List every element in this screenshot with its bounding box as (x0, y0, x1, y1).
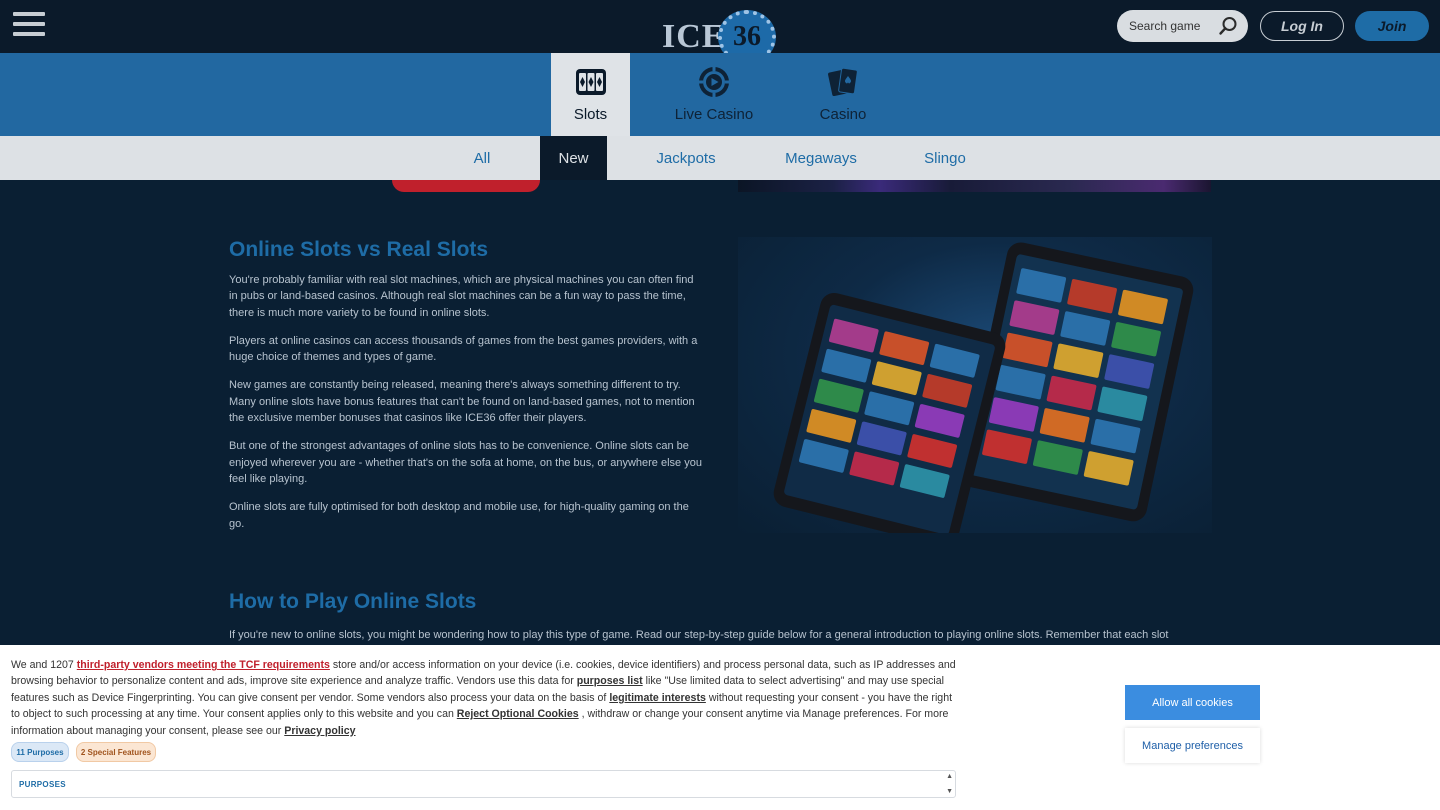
allow-all-cookies-button[interactable]: Allow all cookies (1125, 685, 1260, 720)
log-in-button[interactable]: Log In (1260, 11, 1344, 41)
subnav-new[interactable]: New (540, 136, 607, 180)
subnav-megaways[interactable]: Megaways (780, 136, 862, 180)
paragraph: But one of the strongest advantages of o… (229, 440, 702, 485)
section-title-how-to-play: How to Play Online Slots (229, 590, 477, 613)
purposes-count-badge[interactable]: 11 Purposes (11, 742, 69, 762)
paragraph: You're probably familiar with real slot … (229, 274, 694, 319)
special-features-badge[interactable]: 2 Special Features (76, 742, 156, 762)
purposes-heading: PURPOSES (19, 780, 66, 789)
tab-slots[interactable]: Slots (551, 53, 630, 136)
reject-optional-cookies-link[interactable]: Reject Optional Cookies (457, 708, 579, 720)
menu-icon[interactable] (13, 12, 45, 40)
paragraph: Online slots are fully optimised for bot… (229, 501, 689, 530)
cta-button-partial[interactable] (392, 180, 540, 192)
paragraph: New games are constantly being released,… (229, 379, 695, 425)
cookie-banner: We and 1207 third-party vendors meeting … (0, 645, 1440, 810)
tab-casino[interactable]: Casino (810, 53, 876, 136)
live-play-icon (699, 67, 729, 97)
section-intro: If you're new to online slots, you might… (229, 629, 1169, 641)
paragraph: Players at online casinos can access tho… (229, 334, 698, 364)
banner-image-partial (738, 180, 1211, 192)
sub-nav: All New Jackpots Megaways Slingo (0, 136, 1440, 180)
search-icon[interactable] (1218, 16, 1238, 36)
scroll-down-icon[interactable]: ▼ (946, 788, 953, 795)
tab-label: Live Casino (674, 106, 754, 123)
cookie-notice-text: We and 1207 third-party vendors meeting … (11, 657, 956, 739)
top-bar: ICE 36 Log In Join (0, 0, 1440, 64)
logo-text: ICE (662, 18, 726, 55)
tab-label: Casino (819, 106, 867, 123)
join-button[interactable]: Join (1355, 11, 1429, 41)
legitimate-interests-link[interactable]: legitimate interests (609, 692, 706, 704)
category-nav: Slots Live Casino Casino (0, 53, 1440, 136)
scroll-up-icon[interactable]: ▲ (946, 773, 953, 780)
section-title-online-vs-real: Online Slots vs Real Slots (229, 238, 489, 261)
search-input[interactable] (1129, 19, 1219, 33)
subnav-slingo[interactable]: Slingo (918, 136, 972, 180)
purposes-list-box[interactable]: PURPOSES ▲ ▼ (11, 770, 956, 798)
slot-machine-icon (575, 69, 606, 95)
tab-live-casino[interactable]: Live Casino (668, 53, 760, 136)
manage-preferences-button[interactable]: Manage preferences (1125, 728, 1260, 763)
subnav-all[interactable]: All (462, 136, 502, 180)
cookie-text: We and 1207 (11, 659, 77, 671)
tcf-vendors-link[interactable]: third-party vendors meeting the TCF requ… (77, 659, 330, 671)
purposes-list-link[interactable]: purposes list (577, 675, 643, 687)
tablets-image (738, 237, 1212, 533)
search-box[interactable] (1117, 10, 1248, 42)
playing-cards-icon (828, 67, 858, 97)
privacy-policy-link[interactable]: Privacy policy (284, 725, 355, 737)
tab-label: Slots (573, 106, 608, 123)
subnav-jackpots[interactable]: Jackpots (648, 136, 724, 180)
section-body: You're probably familiar with real slot … (229, 272, 705, 544)
